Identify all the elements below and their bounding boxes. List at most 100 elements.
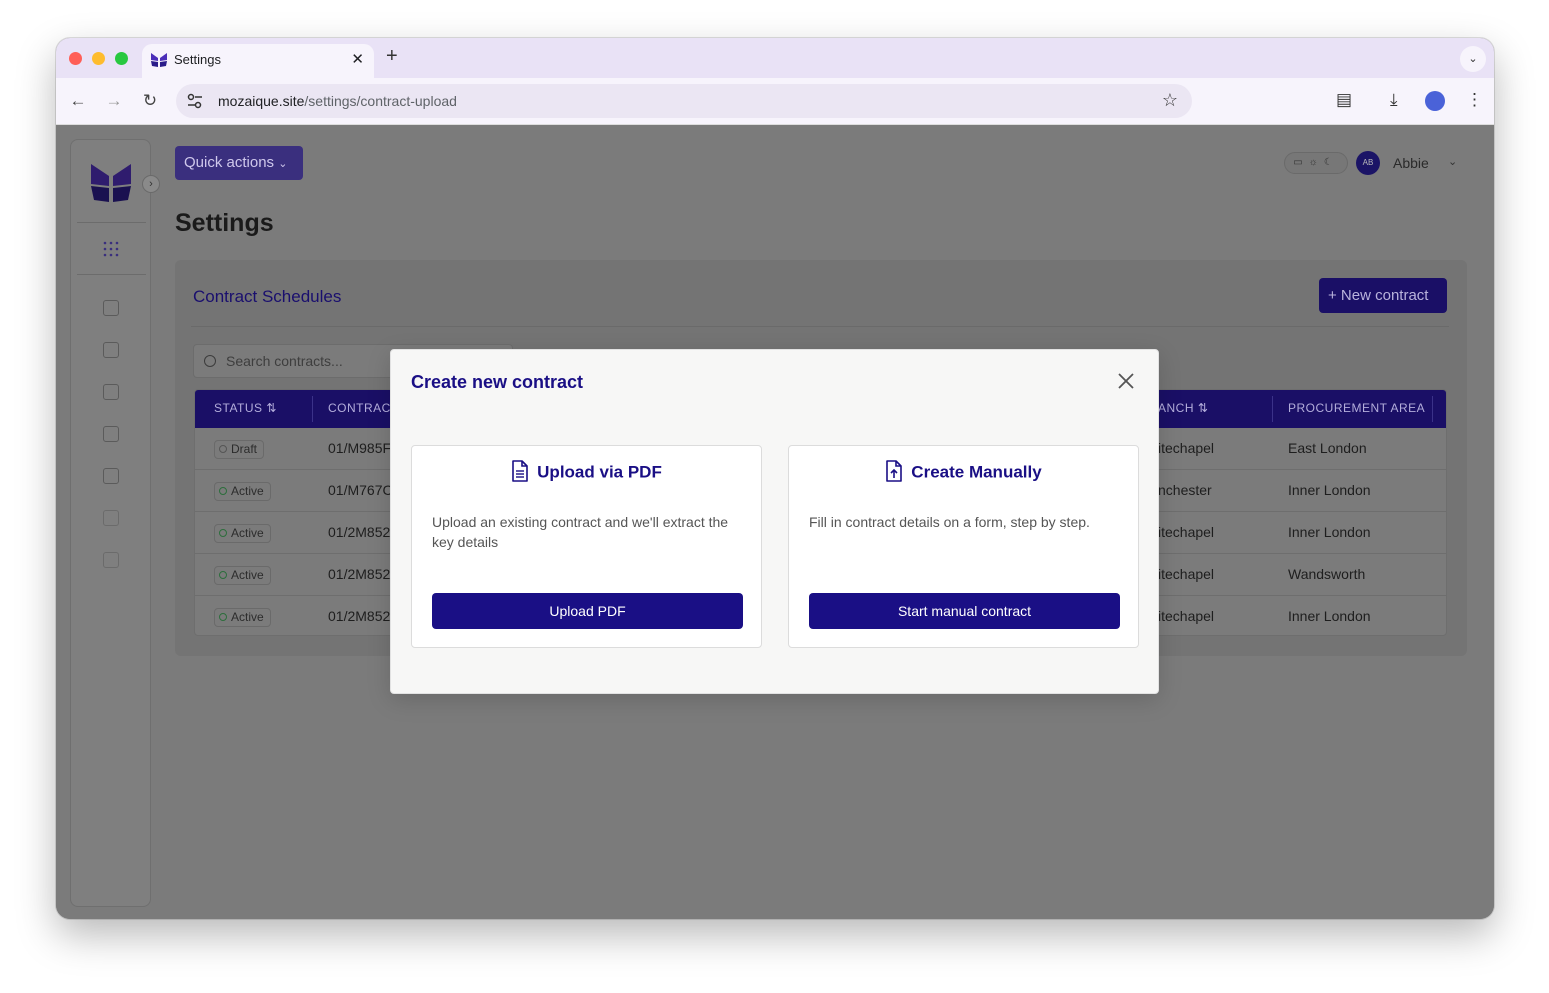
browser-tab[interactable]: Settings ✕ xyxy=(142,44,374,78)
status-text: Active xyxy=(231,568,264,582)
tab-strip: Settings ✕ + ⌄ xyxy=(56,38,1494,78)
procurement-area: Inner London xyxy=(1288,482,1371,498)
manual-option-description: Fill in contract details on a form, step… xyxy=(809,514,1090,530)
theme-switcher[interactable]: ▭☼☾ xyxy=(1284,152,1348,174)
status-badge: Draft xyxy=(214,440,265,459)
upload-option-description: Upload an existing contract and we'll ex… xyxy=(432,514,729,550)
divider xyxy=(191,326,1449,327)
status-text: Active xyxy=(231,610,264,624)
sun-icon[interactable]: ☼ xyxy=(1309,157,1324,168)
reload-icon[interactable]: ↻ xyxy=(140,91,160,111)
dashboard-icon[interactable] xyxy=(103,300,119,316)
app-content: › Quick actions ⌄ Settings ▭☼☾ AB Abbie … xyxy=(56,125,1494,919)
new-tab-icon[interactable]: + xyxy=(386,45,398,68)
sidebar-divider xyxy=(77,274,146,275)
browser-menu-icon[interactable]: ⋮ xyxy=(1466,90,1483,110)
monitor-icon[interactable]: ▭ xyxy=(1293,157,1308,168)
column-header-procurement-area[interactable]: PROCUREMENT AREA xyxy=(1288,401,1425,415)
check-circle-icon xyxy=(219,612,227,621)
back-arrow-icon[interactable]: ← xyxy=(68,91,88,111)
upload-pdf-option[interactable]: Upload via PDF Upload an existing contra… xyxy=(411,445,762,648)
briefcase-icon[interactable] xyxy=(103,342,119,358)
column-divider xyxy=(1272,396,1273,422)
address-bar[interactable]: mozaique.site/settings/contract-upload ☆ xyxy=(176,84,1192,118)
branch-name: itechapel xyxy=(1158,524,1215,540)
sliders-icon[interactable] xyxy=(103,468,119,484)
branch-name: itechapel xyxy=(1158,440,1215,456)
user-name[interactable]: Abbie xyxy=(1393,155,1429,171)
chevron-down-icon: ⌄ xyxy=(278,158,288,170)
calendar-clock-icon[interactable] xyxy=(103,384,119,400)
draft-status-icon xyxy=(219,444,227,453)
page-title: Settings xyxy=(175,209,274,237)
check-circle-icon xyxy=(219,486,227,495)
procurement-area: East London xyxy=(1288,440,1367,456)
branch-name: nchester xyxy=(1158,482,1212,498)
tab-title: Settings xyxy=(174,52,221,67)
download-icon[interactable]: ⤓ xyxy=(1390,90,1398,110)
forward-arrow-icon[interactable]: → xyxy=(104,91,124,111)
column-divider xyxy=(1432,396,1433,422)
contact-book-icon[interactable] xyxy=(103,426,119,442)
bookmark-star-icon[interactable]: ☆ xyxy=(1162,90,1178,111)
sidebar-expand-icon[interactable]: › xyxy=(142,175,160,193)
status-text: Active xyxy=(231,484,264,498)
file-upload-icon xyxy=(886,460,903,482)
manual-option-title: Create Manually xyxy=(911,462,1042,482)
url-domain: mozaique.site xyxy=(218,93,305,109)
section-title: Contract Schedules xyxy=(193,287,342,306)
status-text: Draft xyxy=(231,442,258,456)
column-header-contract[interactable]: CONTRACT xyxy=(328,401,399,415)
document-icon xyxy=(512,460,528,482)
reading-list-icon[interactable]: ▤ xyxy=(1336,90,1352,110)
url-path: /settings/contract-upload xyxy=(304,93,457,109)
avatar[interactable]: AB xyxy=(1356,151,1380,175)
minimize-window-button[interactable] xyxy=(92,52,105,65)
start-manual-contract-button[interactable]: Start manual contract xyxy=(809,593,1120,629)
contract-number: 01/M985F xyxy=(328,440,392,456)
status-text: Active xyxy=(231,526,264,540)
close-icon[interactable] xyxy=(1117,372,1135,390)
upload-pdf-button[interactable]: Upload PDF xyxy=(432,593,743,629)
moon-icon[interactable]: ☾ xyxy=(1324,157,1339,168)
upload-option-title: Upload via PDF xyxy=(537,462,662,482)
new-contract-button[interactable]: + New contract xyxy=(1319,278,1447,313)
maximize-window-button[interactable] xyxy=(115,52,128,65)
quick-actions-label: Quick actions xyxy=(184,154,275,171)
column-header-status[interactable]: STATUS ⇅ xyxy=(214,401,277,415)
procurement-area: Wandsworth xyxy=(1288,566,1366,582)
profile-avatar[interactable] xyxy=(1425,91,1445,111)
status-badge: Active xyxy=(214,608,271,627)
browser-window: Settings ✕ + ⌄ ← → ↻ mozaique.site/setti… xyxy=(56,38,1494,919)
manual-option-heading: Create Manually xyxy=(789,460,1138,484)
chevron-down-icon[interactable]: ⌄ xyxy=(1448,155,1457,168)
browser-toolbar: ← → ↻ mozaique.site/settings/contract-up… xyxy=(56,78,1494,125)
tab-close-icon[interactable]: ✕ xyxy=(351,50,364,68)
status-badge: Active xyxy=(214,566,271,585)
url-text: mozaique.site/settings/contract-upload xyxy=(218,93,457,109)
check-circle-icon xyxy=(219,528,227,537)
contract-number: 01/2M852 xyxy=(328,566,391,582)
search-icon xyxy=(204,355,216,367)
sidebar: › xyxy=(70,139,160,907)
site-settings-icon[interactable] xyxy=(186,92,204,110)
tab-search-chevron-icon[interactable]: ⌄ xyxy=(1460,46,1486,72)
settings-gear-icon[interactable] xyxy=(103,552,119,568)
search-placeholder: Search contracts... xyxy=(226,353,343,369)
settings-doc-icon[interactable] xyxy=(103,510,119,526)
procurement-area: Inner London xyxy=(1288,524,1371,540)
status-badge: Active xyxy=(214,482,271,501)
sidebar-divider xyxy=(77,222,146,223)
contract-number: 01/M767C xyxy=(328,482,393,498)
quick-actions-button[interactable]: Quick actions ⌄ xyxy=(175,146,303,180)
butterfly-logo-icon[interactable] xyxy=(89,162,133,206)
close-window-button[interactable] xyxy=(69,52,82,65)
create-manually-option[interactable]: Create Manually Fill in contract details… xyxy=(788,445,1139,648)
column-header-branch[interactable]: ANCH ⇅ xyxy=(1158,401,1208,415)
apps-grid-icon[interactable] xyxy=(103,241,119,257)
branch-name: itechapel xyxy=(1158,608,1215,624)
branch-name: itechapel xyxy=(1158,566,1215,582)
procurement-area: Inner London xyxy=(1288,608,1371,624)
user-area: ▭☼☾ AB Abbie ⌄ xyxy=(1284,151,1484,176)
contract-number: 01/2M852 xyxy=(328,524,391,540)
